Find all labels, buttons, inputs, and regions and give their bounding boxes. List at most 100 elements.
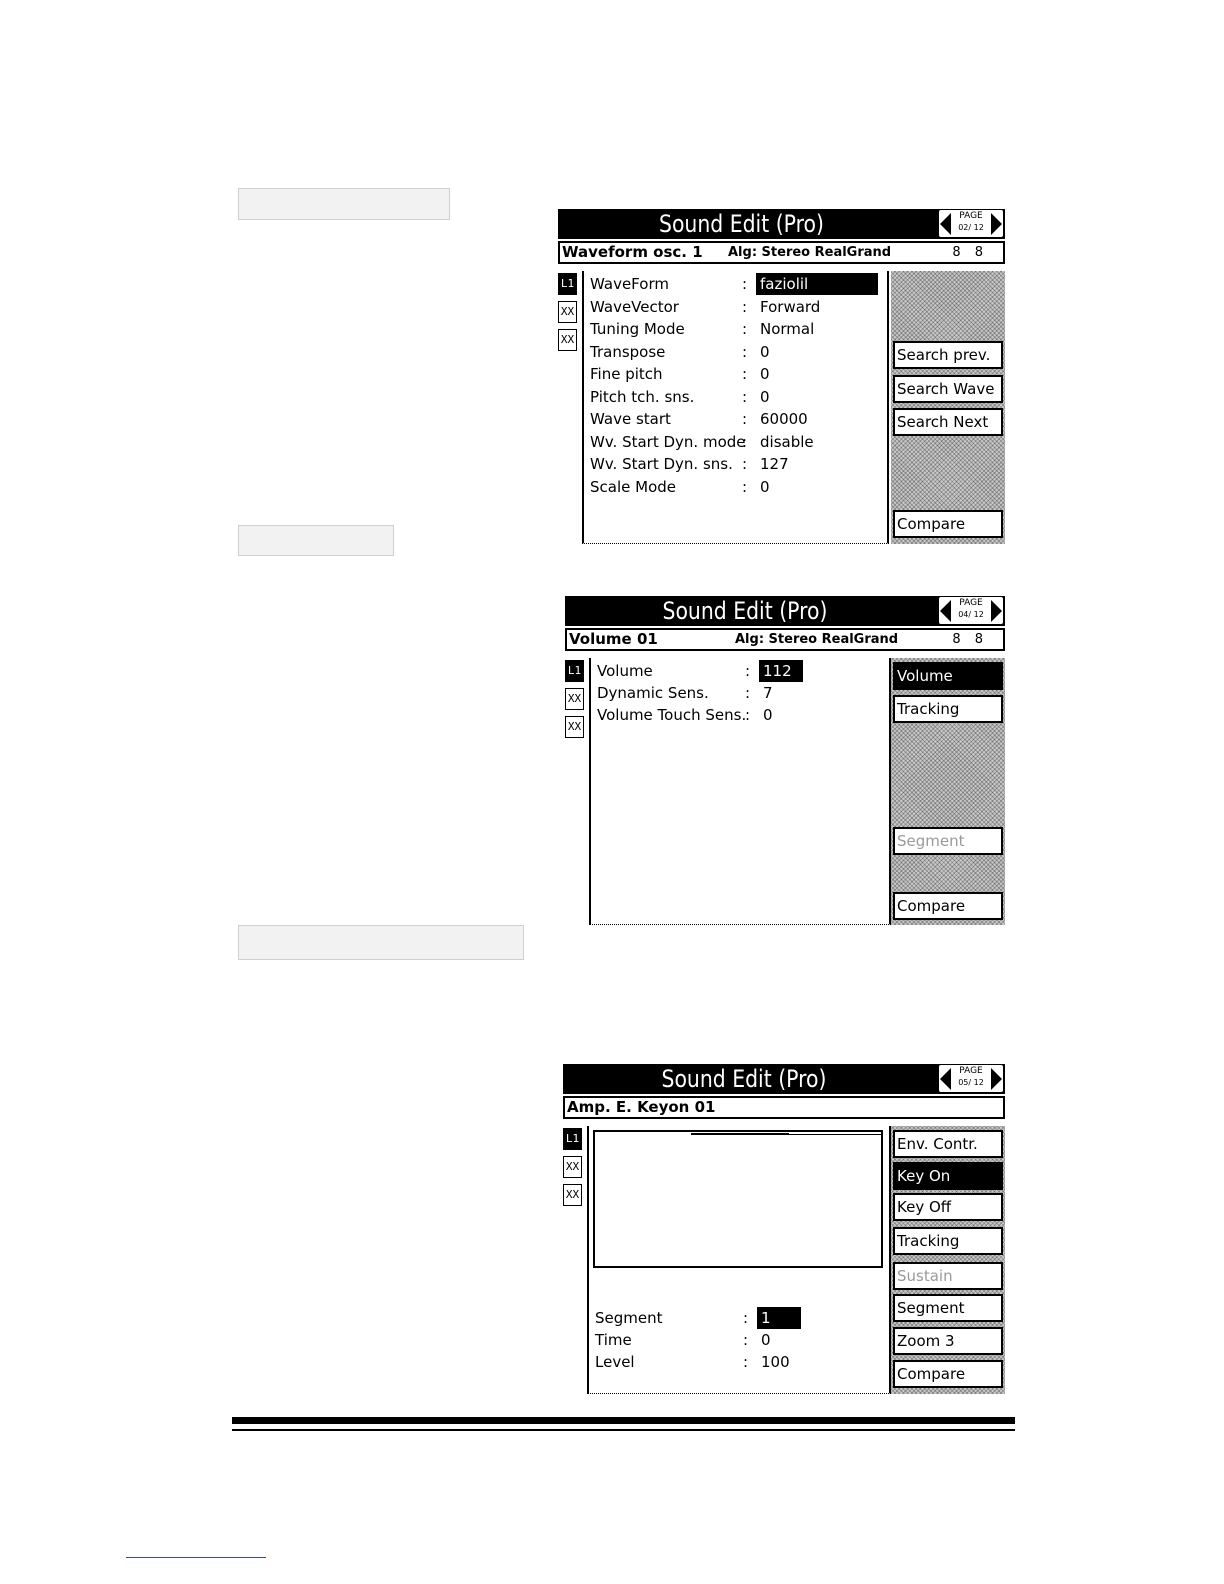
- screen-title: Sound Edit (Pro): [661, 1065, 827, 1093]
- layer-button[interactable]: XX: [565, 716, 584, 738]
- page-next-arrow-icon[interactable]: [991, 213, 1002, 235]
- param-value[interactable]: 0: [760, 341, 770, 363]
- search-wave-button[interactable]: Search Wave: [893, 375, 1003, 403]
- layer-button[interactable]: L1: [563, 1128, 582, 1150]
- page-prev-arrow-icon[interactable]: [940, 213, 951, 235]
- param-value[interactable]: 100: [761, 1351, 790, 1373]
- page-next-arrow-icon[interactable]: [991, 1068, 1002, 1090]
- page-number: 04/ 12: [958, 610, 984, 619]
- parameter-panel: WaveForm: faziolil WaveVector: Forward Tun…: [582, 271, 889, 544]
- heading-placeholder-3: [238, 925, 524, 960]
- param-label: Fine pitch: [590, 365, 663, 383]
- key-on-button[interactable]: Key On: [893, 1162, 1003, 1190]
- screen-volume: Sound Edit (Pro) PAGE 04/ 12 Volume 01 A…: [565, 596, 1005, 925]
- page-prev-arrow-icon[interactable]: [940, 1068, 951, 1090]
- function-button-panel: Search prev. Search Wave Search Next Com…: [891, 271, 1005, 544]
- function-button-panel: Volume Tracking Segment Compare: [891, 658, 1005, 925]
- param-label: Level: [595, 1353, 635, 1371]
- layer-button[interactable]: L1: [565, 660, 584, 682]
- info-numbers: 8 8: [952, 632, 983, 647]
- param-value[interactable]: Forward: [760, 296, 820, 318]
- envelope-line: [789, 1134, 883, 1135]
- page-label: PAGE: [959, 1066, 983, 1076]
- page-navigator[interactable]: PAGE 05/ 12: [939, 1065, 1003, 1092]
- info-bar: Waveform osc. 1 Alg: Stereo RealGrand 8 …: [558, 241, 1005, 264]
- envelope-line: [691, 1133, 789, 1135]
- layer-selector: L1 XX XX: [565, 660, 587, 744]
- layer-button[interactable]: XX: [563, 1156, 582, 1178]
- segment-button[interactable]: Segment: [893, 827, 1003, 855]
- footer-link-underline: [126, 1557, 266, 1558]
- page-next-arrow-icon[interactable]: [991, 600, 1002, 622]
- page-label: PAGE: [959, 598, 983, 608]
- param-value[interactable]: 0: [761, 1329, 771, 1351]
- footer-rule-thin: [232, 1429, 1015, 1431]
- env-contr-button[interactable]: Env. Contr.: [893, 1130, 1003, 1158]
- function-button-panel: Env. Contr. Key On Key Off Tracking Sust…: [891, 1126, 1005, 1394]
- layer-button[interactable]: XX: [565, 688, 584, 710]
- layer-button[interactable]: L1: [558, 273, 577, 295]
- page-label: PAGE: [959, 211, 983, 221]
- layer-button[interactable]: XX: [558, 301, 577, 323]
- heading-placeholder-1: [238, 188, 450, 220]
- param-label: Time: [595, 1331, 632, 1349]
- param-label: WaveVector: [590, 298, 679, 316]
- param-label: Dynamic Sens.: [597, 684, 709, 702]
- compare-button[interactable]: Compare: [893, 1360, 1003, 1388]
- param-label: Scale Mode: [590, 478, 676, 496]
- param-value[interactable]: 0: [760, 386, 770, 408]
- segment-button[interactable]: Segment: [893, 1294, 1003, 1322]
- page-number: 05/ 12: [958, 1078, 984, 1087]
- key-off-button[interactable]: Key Off: [893, 1193, 1003, 1221]
- layer-selector: L1 XX XX: [558, 273, 580, 357]
- param-value[interactable]: 127: [760, 453, 789, 475]
- layer-button[interactable]: XX: [558, 329, 577, 351]
- tracking-button[interactable]: Tracking: [893, 1227, 1003, 1255]
- page-prev-arrow-icon[interactable]: [940, 600, 951, 622]
- param-label: Transpose: [590, 343, 666, 361]
- search-prev-button[interactable]: Search prev.: [893, 341, 1003, 369]
- tracking-button[interactable]: Tracking: [893, 695, 1003, 723]
- param-label: WaveForm: [590, 275, 669, 293]
- param-value[interactable]: 1: [757, 1307, 801, 1329]
- volume-button[interactable]: Volume: [893, 662, 1003, 690]
- layer-button[interactable]: XX: [563, 1184, 582, 1206]
- screen-amp-envelope: Sound Edit (Pro) PAGE 05/ 12 Amp. E. Key…: [563, 1064, 1005, 1394]
- section-name: Waveform osc. 1: [562, 243, 703, 261]
- page-navigator[interactable]: PAGE 02/ 12: [939, 210, 1003, 237]
- algorithm-info: Alg: Stereo RealGrand: [728, 245, 892, 260]
- screen-waveform: Sound Edit (Pro) PAGE 02/ 12 Waveform os…: [558, 209, 1005, 544]
- param-label: Pitch tch. sns.: [590, 388, 695, 406]
- compare-button[interactable]: Compare: [893, 510, 1003, 538]
- section-name: Amp. E. Keyon 01: [567, 1098, 716, 1116]
- param-value[interactable]: disable: [760, 431, 814, 453]
- zoom-button[interactable]: Zoom 3: [893, 1327, 1003, 1355]
- info-bar: Volume 01 Alg: Stereo RealGrand 8 8: [565, 628, 1005, 651]
- page-number: 02/ 12: [958, 223, 984, 232]
- envelope-graph[interactable]: [593, 1130, 883, 1268]
- parameter-panel: Segment:1 Time:0 Level:100: [587, 1126, 891, 1394]
- info-bar: Amp. E. Keyon 01: [563, 1096, 1005, 1119]
- sustain-button[interactable]: Sustain: [893, 1262, 1003, 1290]
- param-value[interactable]: 7: [763, 682, 773, 704]
- param-value[interactable]: 0: [760, 363, 770, 385]
- info-numbers: 8 8: [952, 245, 983, 260]
- page-navigator[interactable]: PAGE 04/ 12: [939, 597, 1003, 624]
- param-value[interactable]: Normal: [760, 318, 814, 340]
- param-value[interactable]: 0: [760, 476, 770, 498]
- param-label: Segment: [595, 1309, 663, 1327]
- param-value[interactable]: 0: [763, 704, 773, 726]
- search-next-button[interactable]: Search Next: [893, 408, 1003, 436]
- param-value[interactable]: 60000: [760, 408, 808, 430]
- param-value[interactable]: 112: [759, 660, 803, 682]
- layer-selector: L1 XX XX: [563, 1128, 585, 1212]
- screen-title: Sound Edit (Pro): [658, 210, 824, 238]
- param-label: Wave start: [590, 410, 671, 428]
- heading-placeholder-2: [238, 525, 394, 556]
- algorithm-info: Alg: Stereo RealGrand: [735, 632, 899, 647]
- param-value[interactable]: faziolil: [756, 273, 878, 295]
- compare-button[interactable]: Compare: [893, 892, 1003, 920]
- param-label: Tuning Mode: [590, 320, 685, 338]
- param-label: Wv. Start Dyn. sns.: [590, 455, 733, 473]
- footer-rule-thick: [232, 1417, 1015, 1424]
